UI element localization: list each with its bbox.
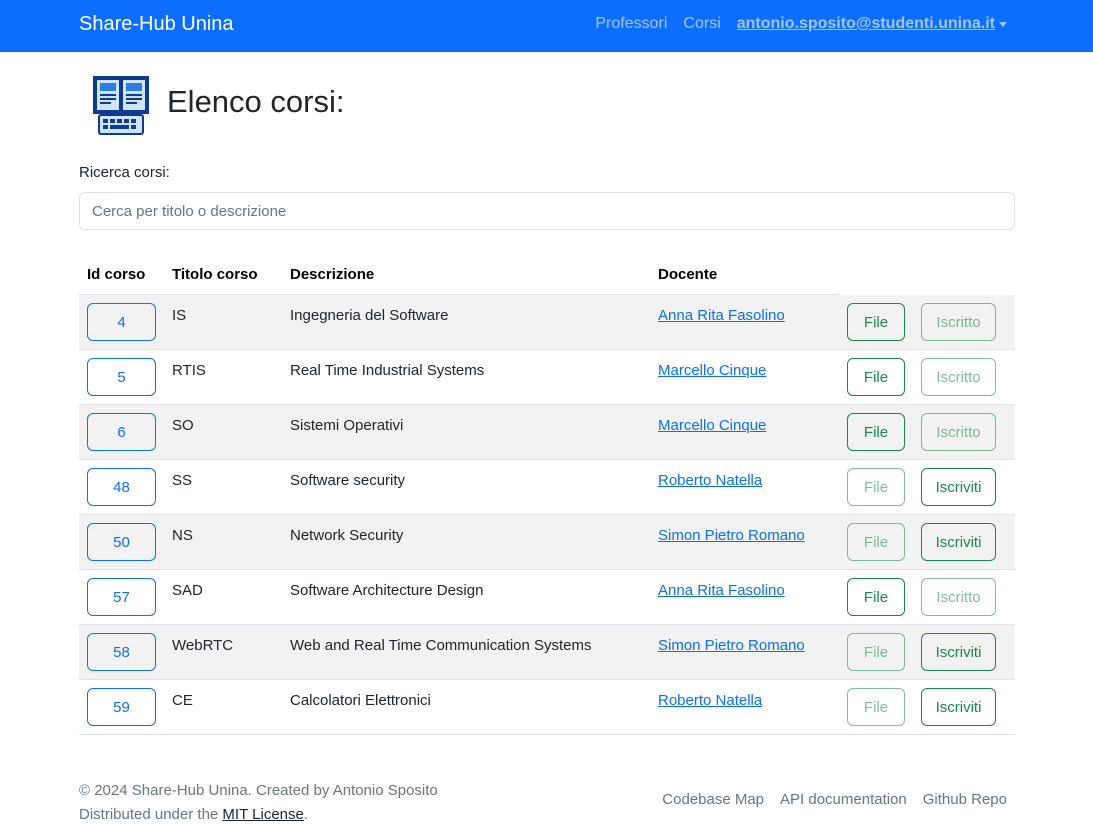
footer-license-suffix: .: [303, 806, 309, 823]
search-label: Ricerca corsi:: [79, 164, 170, 181]
codebase-map-link[interactable]: Codebase Map: [662, 791, 764, 808]
course-title: SS: [172, 472, 193, 489]
enroll-button[interactable]: Iscriviti: [921, 633, 996, 671]
course-id-button[interactable]: 50: [87, 523, 156, 561]
course-description: Network Security: [290, 527, 404, 544]
course-description: Web and Real Time Communication Systems: [290, 637, 592, 654]
footer-license-prefix: Distributed under the: [79, 806, 219, 823]
enroll-button[interactable]: Iscritto: [921, 413, 996, 451]
course-title: SAD: [172, 582, 203, 599]
table-row: 57 SAD Software Architecture Design Anna Ri…: [79, 570, 1015, 625]
table-header: Id corso Titolo corso Descrizione Docent…: [79, 255, 1015, 295]
user-dropdown[interactable]: antonio.sposito@studenti.unina.it: [737, 15, 1007, 33]
file-button[interactable]: File: [847, 578, 905, 616]
course-title: CE: [172, 692, 193, 709]
course-id-button[interactable]: 5: [87, 358, 156, 396]
course-description: Sistemi Operativi: [290, 417, 404, 434]
file-button[interactable]: File: [847, 523, 905, 561]
nav-link-corsi[interactable]: Corsi: [683, 15, 720, 33]
enroll-button[interactable]: Iscriviti: [921, 468, 996, 506]
course-title: NS: [172, 527, 193, 544]
footer-info: © 2024 Share-Hub Unina. Created by Anton…: [79, 779, 438, 827]
course-id-button[interactable]: 57: [87, 578, 156, 616]
teacher-link[interactable]: Marcello Cinque: [658, 362, 766, 379]
course-id-button[interactable]: 48: [87, 468, 156, 506]
page-title: Elenco corsi:: [167, 84, 345, 119]
table-row: 48 SS Software security Roberto Natella File…: [79, 460, 1015, 515]
file-button[interactable]: File: [847, 468, 905, 506]
teacher-link[interactable]: Anna Rita Fasolino: [658, 307, 785, 324]
caret-down-icon: [999, 21, 1007, 27]
teacher-link[interactable]: Simon Pietro Romano: [658, 527, 805, 544]
table-body: 4 IS Ingegneria del Software Anna Rita Faso…: [79, 295, 1015, 735]
table-row: 59 CE Calcolatori Elettronici Roberto Natel…: [79, 680, 1015, 735]
file-button[interactable]: File: [847, 633, 905, 671]
table-row: 4 IS Ingegneria del Software Anna Rita Faso…: [79, 295, 1015, 350]
teacher-link[interactable]: Roberto Natella: [658, 692, 762, 709]
user-email: antonio.sposito@studenti.unina.it: [736, 15, 995, 32]
course-title: WebRTC: [172, 637, 234, 654]
table-row: 50 NS Network Security Simon Pietro Romano F…: [79, 515, 1015, 570]
nav-link-professori[interactable]: Professori: [595, 15, 667, 33]
column-header-description: Descrizione: [290, 266, 375, 283]
file-button[interactable]: File: [847, 413, 905, 451]
enroll-button[interactable]: Iscritto: [921, 303, 996, 341]
footer-license: Distributed under the MIT License.: [79, 803, 438, 827]
api-documentation-link[interactable]: API documentation: [780, 791, 907, 808]
course-description: Real Time Industrial Systems: [290, 362, 485, 379]
enroll-button[interactable]: Iscritto: [921, 358, 996, 396]
book-keyboard-icon: [93, 76, 149, 135]
enroll-button[interactable]: Iscriviti: [921, 523, 996, 561]
enroll-button[interactable]: Iscriviti: [921, 688, 996, 726]
column-header-id: Id corso: [87, 266, 146, 283]
brand-link[interactable]: Share-Hub Unina: [79, 13, 234, 36]
course-id-button[interactable]: 58: [87, 633, 156, 671]
file-button[interactable]: File: [847, 358, 905, 396]
teacher-link[interactable]: Simon Pietro Romano: [658, 637, 805, 654]
mit-license-link[interactable]: MIT License: [222, 806, 303, 823]
course-id-button[interactable]: 4: [87, 303, 156, 341]
course-title: SO: [172, 417, 194, 434]
enroll-button[interactable]: Iscritto: [921, 578, 996, 616]
teacher-link[interactable]: Anna Rita Fasolino: [658, 582, 785, 599]
table-row: 6 SO Sistemi Operativi Marcello Cinque File I…: [79, 405, 1015, 460]
file-button[interactable]: File: [847, 303, 905, 341]
courses-table: Id corso Titolo corso Descrizione Docent…: [79, 255, 1015, 735]
course-id-button[interactable]: 59: [87, 688, 156, 726]
table-row: 5 RTIS Real Time Industrial Systems Marcell…: [79, 350, 1015, 405]
nav-links: Professori Corsi antonio.sposito@student…: [595, 15, 1007, 33]
course-description: Software Architecture Design: [290, 582, 484, 599]
course-id-button[interactable]: 6: [87, 413, 156, 451]
table-row: 58 WebRTC Web and Real Time Communication …: [79, 625, 1015, 680]
file-button[interactable]: File: [847, 688, 905, 726]
footer-links: Codebase Map API documentation Github Re…: [662, 791, 1007, 808]
footer-copyright: © 2024 Share-Hub Unina. Created by Anton…: [79, 782, 438, 799]
course-description: Ingegneria del Software: [290, 307, 449, 324]
search-input[interactable]: [79, 192, 1015, 230]
column-header-teacher: Docente: [658, 266, 718, 283]
course-title: IS: [172, 307, 187, 324]
column-header-title: Titolo corso: [172, 266, 258, 283]
teacher-link[interactable]: Roberto Natella: [658, 472, 762, 489]
course-description: Software security: [290, 472, 406, 489]
course-title: RTIS: [172, 362, 206, 379]
teacher-link[interactable]: Marcello Cinque: [658, 417, 766, 434]
github-repo-link[interactable]: Github Repo: [923, 791, 1007, 808]
course-description: Calcolatori Elettronici: [290, 692, 431, 709]
navbar: Share-Hub Unina Professori Corsi antonio…: [0, 0, 1093, 52]
